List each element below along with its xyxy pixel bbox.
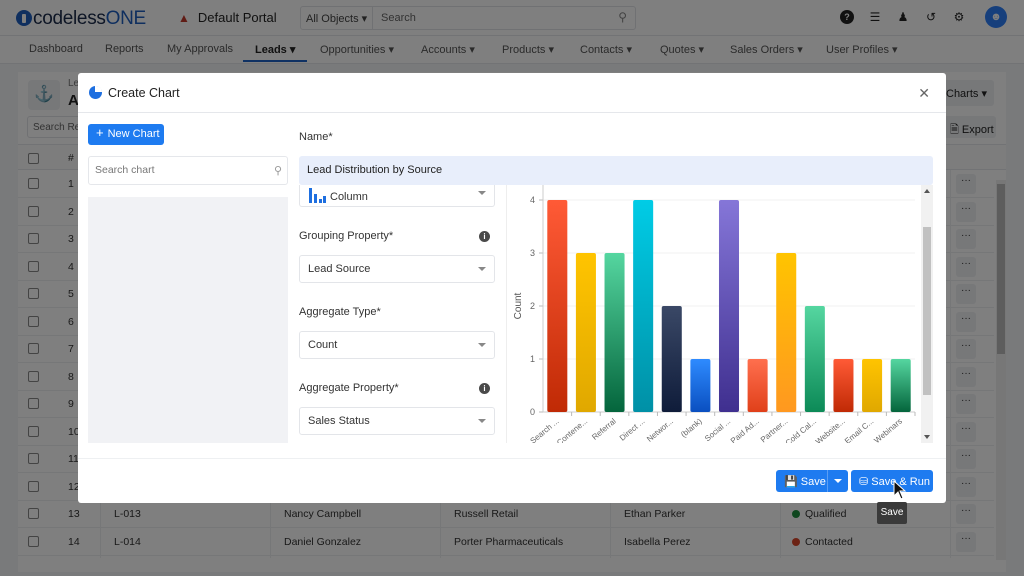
new-chart-button[interactable]: + New Chart: [88, 124, 164, 145]
chart-type-value: Column: [330, 191, 368, 203]
save-icon: 💾: [784, 476, 798, 488]
x-tick-label: Contene...: [555, 417, 589, 443]
button-divider: [827, 470, 828, 492]
y-tick-label: 0: [530, 407, 535, 417]
x-tick-label: Webinars: [872, 417, 904, 443]
chart-type-select[interactable]: Column: [299, 185, 495, 207]
info-icon[interactable]: i: [479, 231, 490, 242]
save-label: Save: [800, 476, 826, 488]
x-tick-label: Networ...: [645, 417, 675, 443]
x-tick-label: Email C...: [843, 417, 875, 443]
column-chart: 01234CountSearch ...Contene... Referral Di…: [513, 185, 916, 443]
app-root: codelessONE ▲Default Portal All Objects …: [0, 0, 1024, 576]
y-tick-label: 4: [530, 195, 535, 205]
bar-13: [890, 359, 911, 412]
saved-charts-list: [88, 197, 288, 443]
bar-10: [804, 306, 825, 412]
bar-11: [833, 359, 854, 412]
chevron-down-icon: [478, 343, 486, 347]
column-chart-icon: [309, 188, 326, 203]
name-label: Name*: [299, 131, 333, 143]
save-and-run-button[interactable]: ⛁ Save & Run: [851, 470, 933, 492]
aggregate-type-label: Aggregate Type*: [299, 306, 381, 318]
save-button[interactable]: 💾 Save: [776, 470, 848, 492]
bar-1: [547, 200, 568, 412]
chevron-down-icon: [478, 267, 486, 271]
scrollbar-thumb[interactable]: [923, 227, 931, 395]
modal-title: Create Chart: [108, 86, 180, 100]
create-chart-modal: Create Chart ✕ +New Chart ⚲ Name* Lead D…: [78, 73, 946, 503]
y-tick-label: 1: [530, 354, 535, 364]
mouse-cursor-icon: [893, 480, 907, 500]
x-tick-label: Referral: [590, 416, 618, 441]
plus-icon: +: [96, 125, 104, 140]
search-icon[interactable]: ⚲: [274, 164, 282, 177]
aggregate-type-select[interactable]: Count: [299, 331, 495, 359]
bar-12: [862, 359, 883, 412]
save-run-icon: ⛁: [859, 476, 869, 488]
close-icon[interactable]: ✕: [918, 85, 930, 102]
bar-7: [718, 200, 740, 412]
x-tick-label: Website...: [814, 417, 847, 443]
chevron-down-icon: [478, 191, 486, 195]
x-tick-label: Direct ...: [618, 417, 647, 443]
chart-preview: 0 1 2 3 4 Count Search ... Contene... Referral Di…: [506, 185, 933, 443]
bar-8: [747, 359, 768, 412]
bar-2: [575, 253, 596, 412]
chevron-down-icon: [478, 419, 486, 423]
modal-footer-divider: [78, 458, 946, 459]
grouping-property-value: Lead Source: [308, 263, 371, 275]
modal-header: Create Chart ✕: [78, 73, 946, 113]
aggregate-property-label: Aggregate Property*: [299, 382, 399, 394]
bar-6: [690, 359, 711, 412]
chart-scrollbar[interactable]: [921, 185, 933, 443]
y-tick-label: 3: [530, 248, 535, 258]
aggregate-property-value: Sales Status: [308, 415, 370, 427]
y-tick-label: 2: [530, 301, 535, 311]
tooltip: Save: [877, 502, 907, 524]
x-tick-label: Paid Ad...: [729, 417, 761, 443]
grouping-property-select[interactable]: Lead Source: [299, 255, 495, 283]
y-axis-label: Count: [513, 292, 524, 319]
bar-9: [776, 253, 797, 412]
bar-3: [604, 253, 625, 412]
chart-search-input[interactable]: [95, 164, 265, 176]
grouping-property-label: Grouping Property*: [299, 230, 394, 242]
scroll-down-icon[interactable]: [924, 435, 930, 439]
aggregate-type-value: Count: [308, 339, 338, 351]
x-tick-label: (blank): [679, 416, 704, 439]
save-options-dropdown[interactable]: [834, 479, 842, 483]
chart-search: ⚲: [88, 156, 288, 185]
bar-5: [661, 306, 682, 412]
pie-chart-icon: [89, 86, 102, 99]
scroll-up-icon[interactable]: [924, 189, 930, 193]
new-chart-label: New Chart: [107, 128, 160, 140]
chart-name-input[interactable]: Lead Distribution by Source: [299, 156, 933, 185]
x-tick-label: Social ...: [703, 417, 732, 443]
bar-4: [633, 200, 654, 412]
info-icon[interactable]: i: [479, 383, 490, 394]
aggregate-property-select[interactable]: Sales Status: [299, 407, 495, 435]
